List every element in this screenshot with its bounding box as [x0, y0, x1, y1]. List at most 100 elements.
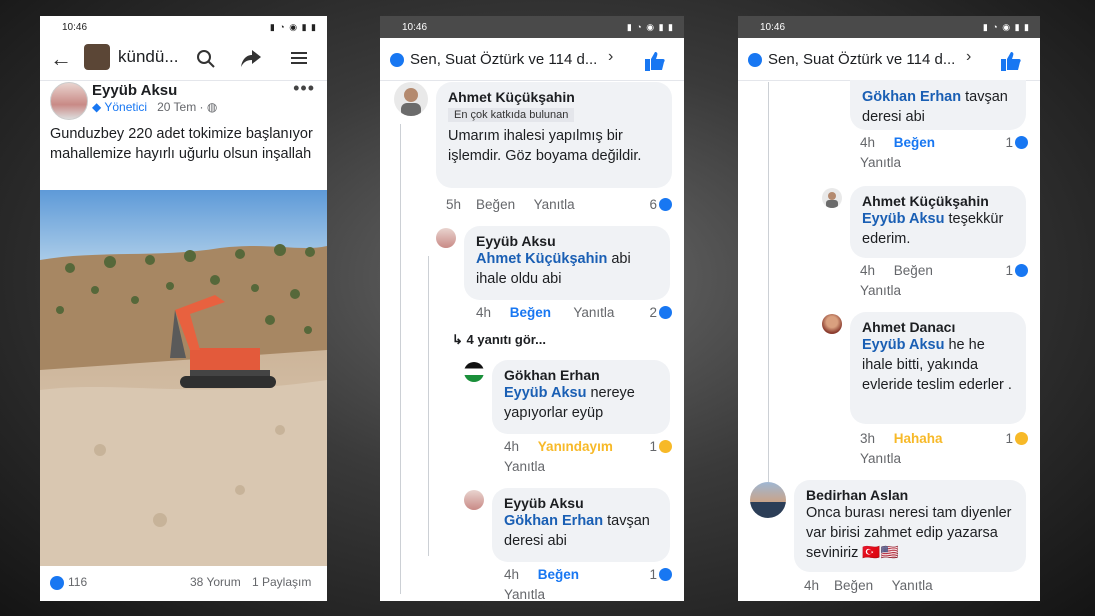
chevron-right-icon[interactable]: ›: [608, 48, 613, 66]
comment-time: 4h: [860, 263, 876, 278]
reply-avatar[interactable]: [464, 490, 484, 510]
commenter-avatar[interactable]: [394, 82, 428, 116]
status-icons: ▮ ◔ ◉ ▮ ▮: [982, 21, 1030, 32]
reply-bubble: Gökhan Erhan tavşan deresi abi: [850, 80, 1026, 130]
thumbs-up-icon[interactable]: [1000, 50, 1022, 72]
reply-button[interactable]: Yanıtla: [860, 283, 901, 298]
comment-actions: 4h Beğen Yanıtla: [860, 135, 935, 176]
reply-avatar[interactable]: [436, 228, 456, 248]
share-count[interactable]: 1 Paylaşım: [252, 575, 311, 589]
reply-button[interactable]: Yanıtla: [860, 451, 901, 466]
page-avatar[interactable]: [84, 44, 110, 70]
top-contributor-badge: En çok katkıda bulunan: [448, 108, 575, 122]
like-button[interactable]: Beğen: [894, 135, 935, 150]
comment-author[interactable]: Bedirhan Aslan: [806, 487, 1014, 503]
comment-text: Eyyüb Aksu he he ihale bitti, yakında ev…: [862, 335, 1014, 395]
reactions-summary[interactable]: Sen, Suat Öztürk ve 114 d...: [768, 51, 955, 68]
share-icon[interactable]: [240, 47, 262, 69]
thumbs-up-icon[interactable]: [644, 50, 666, 72]
like-button[interactable]: Beğen: [834, 578, 873, 593]
post-photo[interactable]: [40, 190, 327, 566]
back-arrow-icon[interactable]: ←: [50, 48, 72, 70]
comment-author[interactable]: Ahmet Danacı: [862, 319, 1014, 335]
comment-text: Umarım ihalesi yapılmış bir işlemdir. Gö…: [448, 128, 642, 164]
view-more-replies[interactable]: ↳ 4 yanıtı gör...: [452, 332, 546, 348]
reaction-count-value: 1: [649, 439, 657, 454]
mention-link[interactable]: Eyyüb Aksu: [862, 337, 944, 353]
mention-link[interactable]: Eyyüb Aksu: [862, 211, 944, 227]
comment-author[interactable]: Gökhan Erhan: [504, 367, 658, 383]
mention-link[interactable]: Eyyüb Aksu: [504, 385, 586, 401]
chevron-right-icon[interactable]: ›: [966, 48, 971, 66]
reply-bubble: Eyyüb Aksu Gökhan Erhan tavşan deresi ab…: [492, 488, 670, 562]
comment-count[interactable]: 38 Yorum: [190, 575, 241, 589]
mention-link[interactable]: Gökhan Erhan: [862, 89, 961, 105]
like-count[interactable]: 116: [68, 575, 87, 589]
poster-name[interactable]: Eyyüb Aksu: [92, 82, 177, 99]
reaction-count[interactable]: 2: [649, 305, 672, 320]
reply-bubble: Gökhan Erhan Eyyüb Aksu nereye yapıyorla…: [492, 360, 670, 434]
comments-screen-1: 10:46 ▮ ◔ ◉ ▮ ▮ Sen, Suat Öztürk ve 114 …: [380, 16, 684, 601]
care-reaction-button[interactable]: Yanındayım: [538, 439, 613, 454]
reactions-summary[interactable]: Sen, Suat Öztürk ve 114 d...: [410, 51, 597, 68]
comment-bubble: Ahmet Küçükşahin En çok katkıda bulunan …: [436, 82, 672, 188]
comment-text: Gökhan Erhan tavşan deresi abi: [504, 511, 658, 551]
commenter-avatar[interactable]: [750, 482, 786, 518]
menu-icon[interactable]: [290, 49, 308, 67]
comment-actions: 4h Beğen Yanıtla: [860, 263, 933, 304]
reply-button[interactable]: Yanıtla: [860, 155, 901, 170]
comment-author[interactable]: Ahmet Küçükşahin: [862, 193, 1014, 209]
reply-button[interactable]: Yanıtla: [504, 587, 545, 601]
status-bar: 10:46 ▮ ◔ ◉ ▮ ▮: [380, 16, 684, 38]
reply-avatar[interactable]: [822, 314, 842, 334]
haha-reaction-icon: [1015, 432, 1028, 445]
reaction-count[interactable]: 1: [649, 567, 672, 582]
like-button[interactable]: Beğen: [476, 197, 515, 212]
thread-line: [428, 256, 429, 556]
comment-time: 4h: [476, 305, 492, 320]
comment-time: 4h: [804, 578, 820, 593]
like-reaction-icon: [748, 53, 762, 67]
reaction-count-value: 1: [1005, 263, 1013, 278]
reaction-count[interactable]: 1: [1005, 431, 1028, 446]
reply-bubble: Eyyüb Aksu Ahmet Küçükşahin abi ihale ol…: [464, 226, 670, 300]
haha-reaction-button[interactable]: Hahaha: [894, 431, 943, 446]
reaction-count[interactable]: 1: [649, 439, 672, 454]
comment-author[interactable]: Eyyüb Aksu: [504, 495, 658, 511]
mention-link[interactable]: Ahmet Küçükşahin: [476, 251, 607, 267]
more-options-icon[interactable]: •••: [293, 78, 315, 99]
reply-button[interactable]: Yanıtla: [504, 459, 545, 474]
like-button[interactable]: Beğen: [894, 263, 933, 278]
poster-avatar[interactable]: [50, 82, 88, 120]
reply-button[interactable]: Yanıtla: [534, 197, 575, 212]
reply-button[interactable]: Yanıtla: [892, 578, 933, 593]
page-name[interactable]: kündü...: [118, 47, 179, 67]
admin-role: Yönetici: [104, 100, 148, 114]
reply-button[interactable]: Yanıtla: [573, 305, 614, 320]
comment-author[interactable]: Eyyüb Aksu: [476, 233, 658, 249]
reaction-count[interactable]: 1: [1005, 135, 1028, 150]
reaction-count-value: 2: [649, 305, 657, 320]
reply-avatar[interactable]: [822, 188, 842, 208]
like-reaction-icon: [659, 306, 672, 319]
like-button[interactable]: Beğen: [510, 305, 551, 320]
comment-time: 4h: [860, 135, 876, 150]
reply-avatar[interactable]: [464, 362, 484, 382]
comment-time: 3h: [860, 431, 876, 446]
reactions-header[interactable]: Sen, Suat Öztürk ve 114 d... ›: [380, 40, 684, 81]
thread-line: [400, 124, 401, 594]
status-time: 10:46: [62, 21, 88, 33]
mention-link[interactable]: Gökhan Erhan: [504, 513, 603, 529]
like-reaction-icon[interactable]: [50, 576, 64, 590]
like-button[interactable]: Beğen: [538, 567, 579, 582]
comment-text: Gökhan Erhan tavşan deresi abi: [862, 87, 1014, 127]
reactions-header[interactable]: Sen, Suat Öztürk ve 114 d... ›: [738, 40, 1040, 81]
globe-icon: ◍: [206, 100, 218, 114]
reaction-count[interactable]: 1: [1005, 263, 1028, 278]
comment-author[interactable]: Ahmet Küçükşahin: [448, 89, 660, 105]
post-footer: 116 38 Yorum 1 Paylaşım: [40, 568, 327, 598]
status-icons: ▮ ◔ ◉ ▮ ▮: [626, 21, 674, 32]
search-icon[interactable]: [196, 49, 216, 69]
comment-actions: 4h Beğen Yanıtla: [476, 305, 614, 320]
reaction-count[interactable]: 6: [649, 197, 672, 212]
